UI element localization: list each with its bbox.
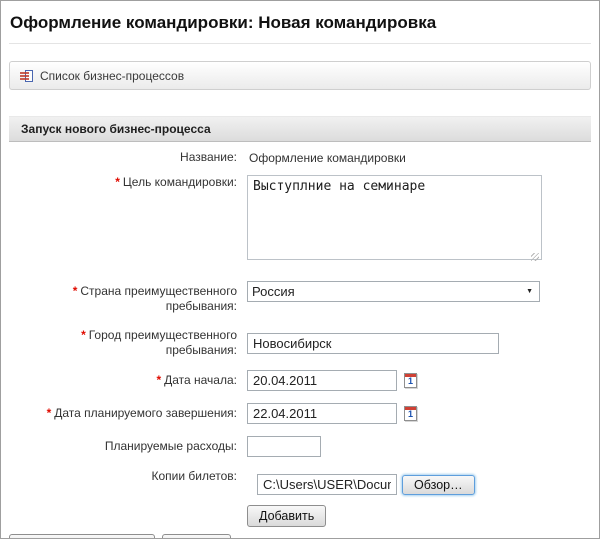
form-row-end-date: *Дата планируемого завершения: 1 [9,403,591,424]
expenses-label: Планируемые расходы: [9,439,247,454]
required-asterisk: * [73,284,78,298]
footer-buttons: Новая командировка Отмена [9,534,591,539]
tickets-label: Копии билетов: [9,469,247,484]
calendar-icon-digit: 1 [405,410,416,420]
form-row-start-date: *Дата начала: 1 [9,370,591,391]
calendar-icon[interactable]: 1 [404,373,417,388]
city-label: *Город преимущественного пребывания: [9,328,247,358]
start-date-input[interactable] [247,370,397,391]
country-select-wrap: Россия ▼ [247,281,540,302]
calendar-icon[interactable]: 1 [404,406,417,421]
file-upload-control: Обзор… [257,474,591,495]
form-row-country: *Страна преимущественного пребывания: Ро… [9,281,591,314]
business-process-list-link[interactable]: Список бизнес-процессов [19,69,184,83]
resize-grip-icon[interactable] [531,253,539,261]
city-input[interactable] [247,333,499,354]
new-trip-button[interactable]: Новая командировка [9,534,155,539]
add-button[interactable]: Добавить [247,505,326,527]
form-row-name: Название: Оформление командировки [9,150,591,165]
required-asterisk: * [115,175,120,189]
purpose-label: *Цель командировки: [9,175,247,190]
page: Оформление командировки: Новая командиро… [0,0,600,539]
end-date-input[interactable] [247,403,397,424]
country-label: *Страна преимущественного пребывания: [9,281,247,314]
name-label: Название: [9,150,247,165]
file-path-input[interactable] [257,474,397,495]
page-title: Оформление командировки: Новая командиро… [10,13,591,33]
end-date-label: *Дата планируемого завершения: [9,406,247,421]
required-asterisk: * [81,328,86,342]
expenses-input[interactable] [247,436,321,457]
toolbar-link-label: Список бизнес-процессов [40,69,184,83]
required-asterisk: * [47,406,52,420]
title-divider [9,43,591,44]
cancel-button[interactable]: Отмена [162,534,231,539]
country-select[interactable]: Россия [247,281,540,302]
form-row-tickets: Копии билетов: Обзор… Добавить [9,469,591,527]
toolbar: Список бизнес-процессов [9,61,591,90]
purpose-textarea[interactable]: Выступлние на семинаре [247,175,542,260]
new-trip-form: Название: Оформление командировки *Цель … [9,142,591,527]
section-header: Запуск нового бизнес-процесса [9,116,591,142]
browse-button[interactable]: Обзор… [402,475,475,495]
name-value: Оформление командировки [247,151,591,165]
form-row-purpose: *Цель командировки: Выступлние на семина… [9,175,591,265]
form-row-expenses: Планируемые расходы: [9,436,591,457]
required-asterisk: * [156,373,161,387]
purpose-textarea-wrap: Выступлние на семинаре [247,175,542,265]
calendar-icon-digit: 1 [405,377,416,387]
form-row-city: *Город преимущественного пребывания: [9,328,591,358]
start-date-label: *Дата начала: [9,373,247,388]
business-process-list-icon [19,69,34,83]
